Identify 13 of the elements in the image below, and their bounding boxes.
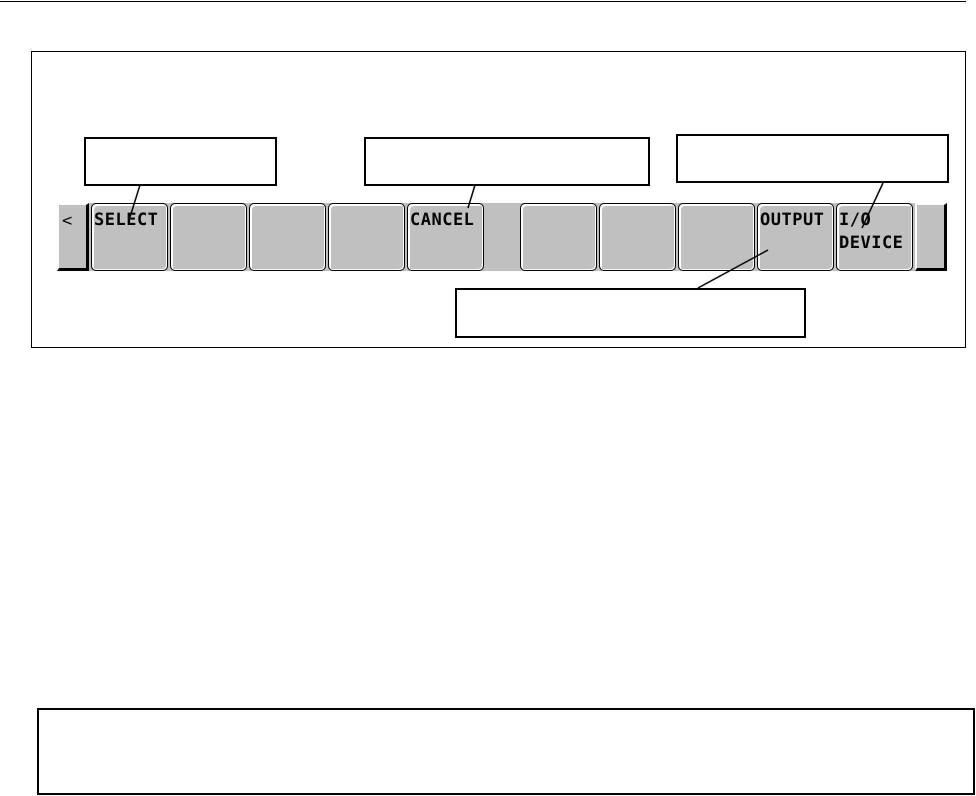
leader-line — [467, 184, 476, 208]
soft-key[interactable] — [249, 203, 326, 271]
soft-key[interactable] — [170, 203, 247, 271]
soft-key[interactable] — [520, 203, 597, 271]
soft-key[interactable]: CANCEL — [407, 203, 484, 271]
soft-key[interactable] — [678, 203, 755, 271]
soft-key[interactable]: OUTPUT — [757, 203, 834, 271]
soft-key[interactable] — [328, 203, 405, 271]
soft-key[interactable] — [599, 203, 676, 271]
page-key[interactable] — [915, 203, 947, 271]
leader-line — [698, 249, 768, 289]
soft-key[interactable]: SELECT — [91, 203, 168, 271]
page-key[interactable]: < — [57, 203, 89, 271]
